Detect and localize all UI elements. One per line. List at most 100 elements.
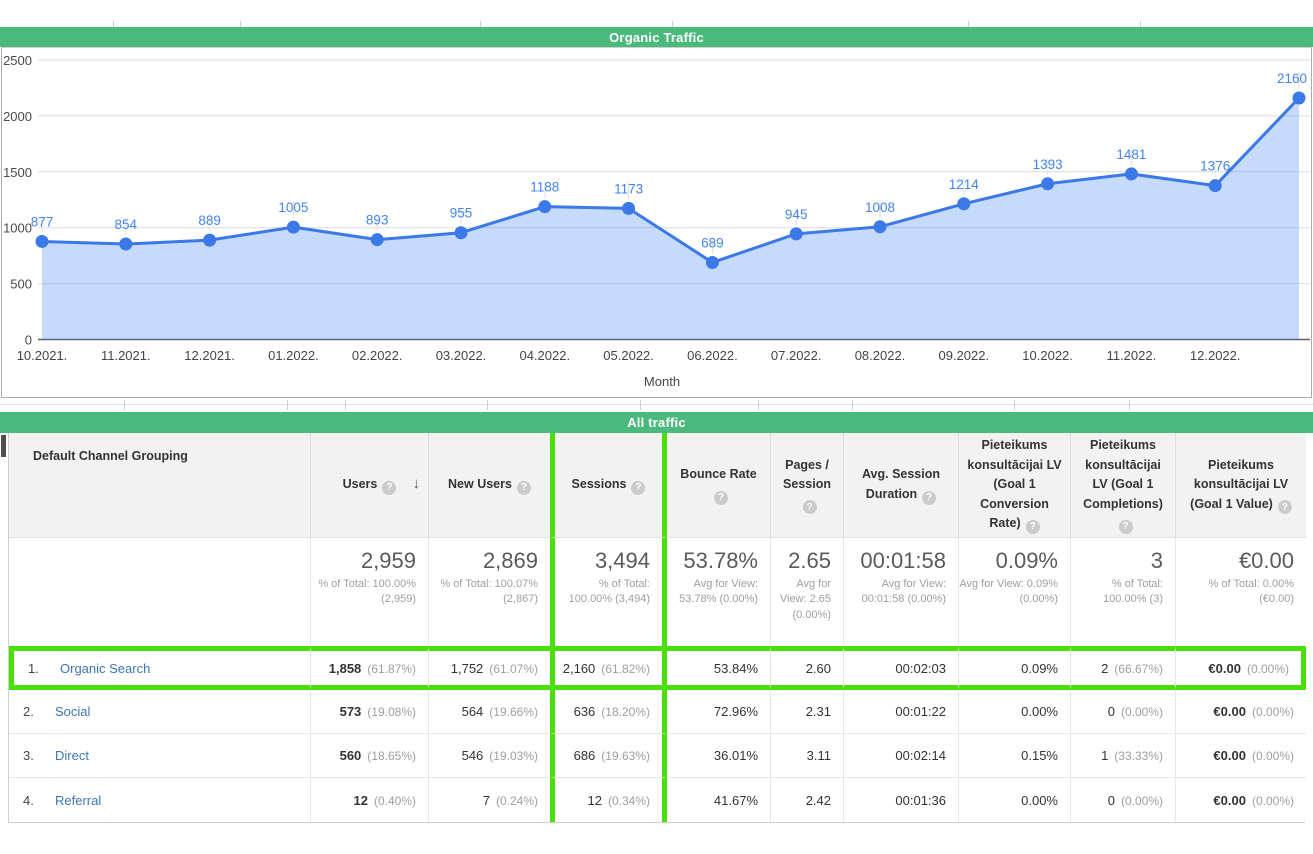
y-tick-label: 1000	[3, 221, 32, 236]
chart-point-label: 1173	[614, 181, 643, 196]
y-tick-label: 2500	[3, 53, 32, 68]
chart-point-label: 945	[785, 207, 808, 222]
chart-point-label: 689	[701, 235, 724, 250]
column-header-users[interactable]: Users? ↓	[311, 433, 429, 538]
x-tick-label: 12.2021.	[184, 348, 235, 363]
scroll-handle[interactable]	[1, 435, 6, 457]
y-tick-label: 2000	[3, 109, 32, 124]
help-icon[interactable]: ?	[382, 481, 396, 495]
chart-point[interactable]	[957, 197, 970, 210]
y-tick-label: 1500	[3, 165, 32, 180]
chart-point[interactable]	[287, 221, 300, 234]
x-tick-label: 02.2022.	[352, 348, 403, 363]
y-tick-label: 500	[10, 277, 32, 292]
y-tick-label: 0	[25, 333, 32, 348]
chart-point[interactable]	[874, 220, 887, 233]
column-header-new-users[interactable]: New Users?	[429, 433, 550, 538]
help-icon[interactable]: ?	[1026, 520, 1040, 534]
organic-traffic-chart: 0500100015002000250087710.2021.85411.202…	[1, 47, 1312, 398]
chart-point-label: 889	[198, 213, 221, 228]
table-row-social: 2.Social 573(19.08%) 564(19.66%) 636(18.…	[9, 690, 1306, 734]
x-tick-label: 06.2022.	[687, 348, 738, 363]
chart-point-label: 1214	[949, 177, 980, 192]
chart-point-label: 1376	[1200, 159, 1230, 174]
column-header-channel-grouping[interactable]: Default Channel Grouping	[9, 433, 311, 538]
summary-users: 2,959% of Total: 100.00% (2,959)	[311, 538, 429, 646]
table-row-referral: 4.Referral 12(0.40%) 7(0.24%) 12(0.34%) …	[9, 778, 1306, 822]
x-tick-label: 04.2022.	[519, 348, 570, 363]
chart-point[interactable]	[1209, 179, 1222, 192]
help-icon[interactable]: ?	[922, 491, 936, 505]
column-header-avg-session-duration[interactable]: Avg. Session Duration?	[844, 433, 959, 538]
x-tick-label: 12.2022.	[1190, 348, 1241, 363]
column-header-bounce-rate[interactable]: Bounce Rate?	[667, 433, 771, 538]
help-icon[interactable]: ?	[714, 491, 728, 505]
chart-point[interactable]	[1293, 92, 1306, 105]
channel-link[interactable]: Direct	[55, 748, 89, 763]
channel-link[interactable]: Organic Search	[60, 661, 150, 676]
summary-conversion-rate: 0.09%Avg for View: 0.09% (0.00%)	[959, 538, 1071, 646]
channel-link[interactable]: Social	[55, 704, 90, 719]
all-traffic-table-container: Default Channel Grouping Users? ↓ New Us…	[8, 433, 1305, 823]
summary-bounce-rate: 53.78%Avg for View: 53.78% (0.00%)	[667, 538, 771, 646]
chart-point-label: 854	[115, 217, 138, 232]
summary-sessions: 3,494% of Total: 100.00% (3,494)	[550, 538, 667, 646]
chart-point[interactable]	[706, 256, 719, 269]
help-icon[interactable]: ?	[1119, 520, 1133, 534]
help-icon[interactable]: ?	[1278, 500, 1292, 514]
chart-point[interactable]	[203, 234, 216, 247]
table-row-direct: 3.Direct 560(18.65%) 546(19.03%) 686(19.…	[9, 734, 1306, 778]
chart-point[interactable]	[1041, 177, 1054, 190]
help-icon[interactable]: ?	[631, 481, 645, 495]
chart-point-label: 1481	[1116, 147, 1146, 162]
column-header-goal-conversion-rate[interactable]: Pieteikums konsultācijai LV (Goal 1 Conv…	[959, 433, 1071, 538]
column-header-sessions[interactable]: Sessions?	[550, 433, 667, 538]
summary-pages-session: 2.65Avg for View: 2.65 (0.00%)	[771, 538, 844, 646]
chart-point[interactable]	[538, 200, 551, 213]
chart-point-label: 1005	[278, 200, 308, 215]
x-axis-title: Month	[644, 374, 680, 389]
column-header-pages-session[interactable]: Pages / Session?	[771, 433, 844, 538]
table-panel-title: All traffic	[627, 415, 686, 430]
column-header-goal-completions[interactable]: Pieteikums konsultācijai LV (Goal 1 Comp…	[1071, 433, 1176, 538]
analytics-report: Organic Traffic 0 500 1000 1500 2000 2500 877 1…	[0, 0, 1313, 823]
column-header-goal-value[interactable]: Pieteikums konsultācijai LV (Goal 1 Valu…	[1176, 433, 1306, 538]
x-tick-label: 01.2022.	[268, 348, 319, 363]
x-tick-label: 05.2022.	[603, 348, 654, 363]
chart-point-label: 877	[31, 214, 54, 229]
chart-point[interactable]	[371, 233, 384, 246]
x-tick-label: 10.2022.	[1022, 348, 1073, 363]
traffic-area-chart: 0500100015002000250087710.2021.85411.202…	[2, 48, 1311, 397]
x-tick-label: 11.2022.	[1107, 348, 1157, 363]
chart-point[interactable]	[790, 227, 803, 240]
chart-point-label: 893	[366, 213, 389, 228]
x-tick-label: 07.2022.	[771, 348, 822, 363]
table-panel-header: All traffic	[0, 412, 1313, 433]
chart-point-label: 1393	[1033, 157, 1063, 172]
x-tick-label: 11.2021.	[101, 348, 151, 363]
gap-strip	[0, 398, 1313, 412]
x-tick-label: 09.2022.	[938, 348, 989, 363]
help-icon[interactable]: ?	[517, 481, 531, 495]
table-row-organic-search: 1.Organic Search 1,858(61.87%) 1,752(61.…	[9, 646, 1306, 690]
chart-panel-title: Organic Traffic	[609, 30, 704, 45]
summary-avg-duration: 00:01:58Avg for View: 00:01:58 (0.00%)	[844, 538, 959, 646]
help-icon[interactable]: ?	[803, 500, 817, 514]
summary-goal-value: €0.00% of Total: 0.00% (€0.00)	[1176, 538, 1306, 646]
sort-descending-icon[interactable]: ↓	[413, 472, 421, 495]
chart-point-label: 2160	[1277, 71, 1307, 86]
chart-point-label: 955	[450, 206, 473, 221]
chart-point[interactable]	[622, 202, 635, 215]
chart-point[interactable]	[36, 235, 49, 248]
chart-panel-header: Organic Traffic	[0, 27, 1313, 47]
chart-point[interactable]	[119, 238, 132, 251]
chart-point-label: 1008	[865, 200, 895, 215]
chart-point[interactable]	[1125, 167, 1138, 180]
chart-point-label: 1188	[530, 180, 559, 195]
chart-point[interactable]	[455, 226, 468, 239]
all-traffic-table: Default Channel Grouping Users? ↓ New Us…	[9, 433, 1306, 822]
channel-link[interactable]: Referral	[55, 793, 101, 808]
top-strip	[0, 0, 1313, 27]
x-tick-label: 03.2022.	[436, 348, 487, 363]
x-tick-label: 08.2022.	[855, 348, 906, 363]
